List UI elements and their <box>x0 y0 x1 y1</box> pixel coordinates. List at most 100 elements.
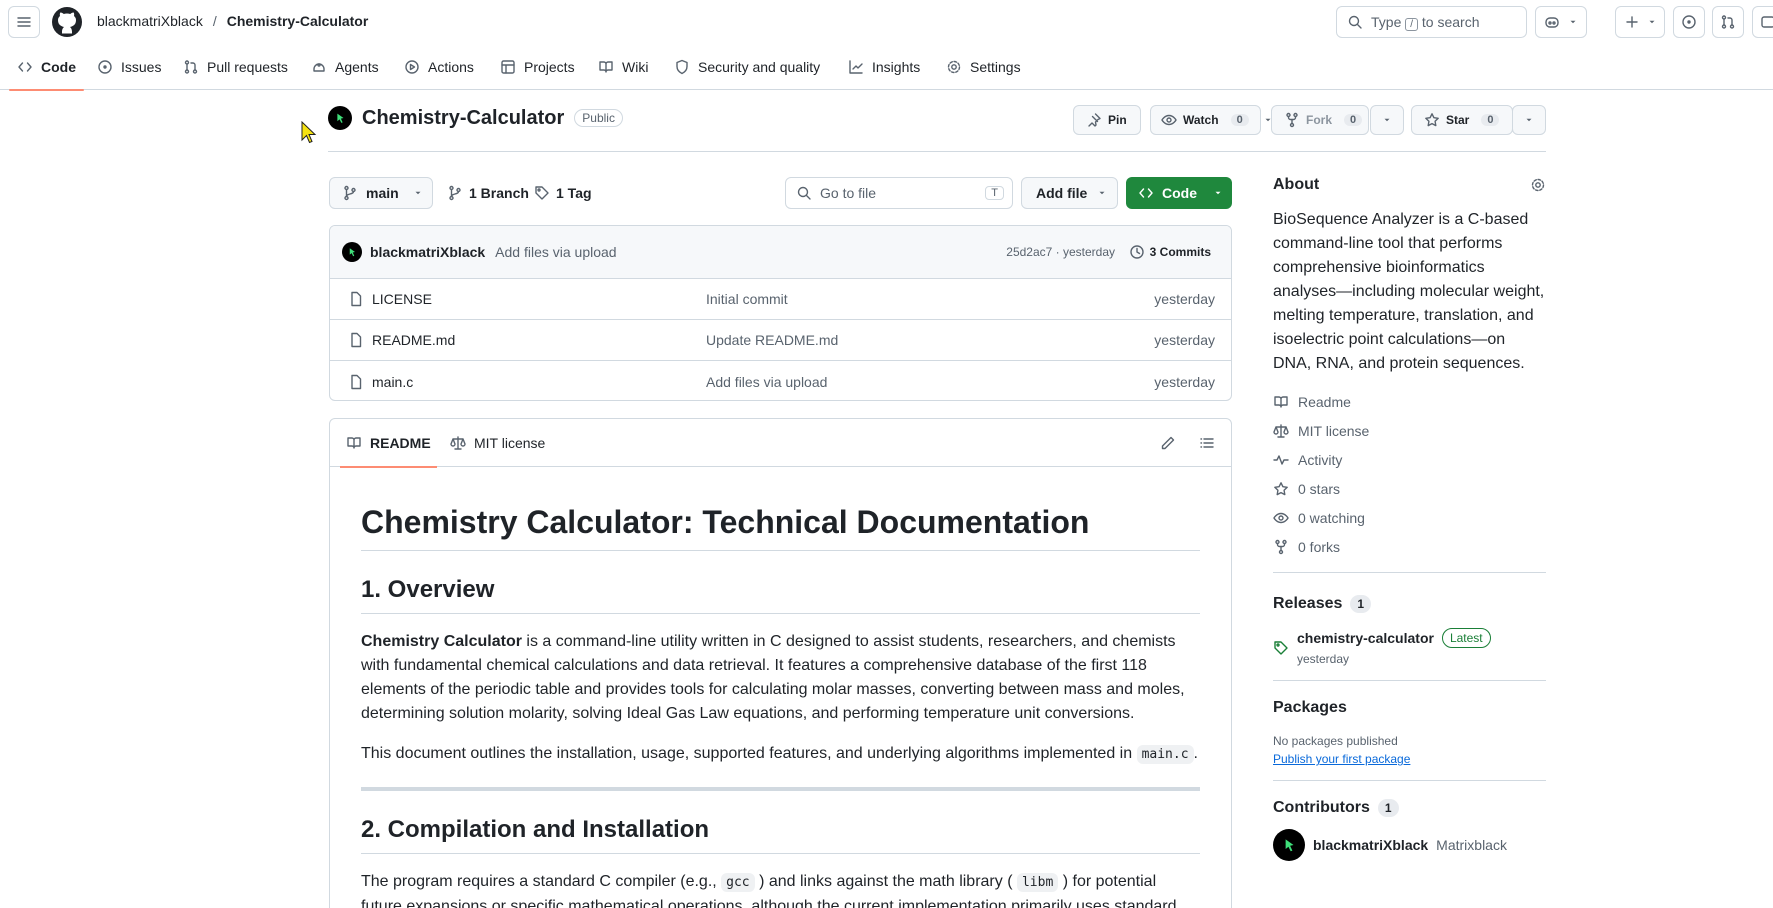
tab-license[interactable]: MIT license <box>450 419 545 467</box>
activity-link[interactable]: Activity <box>1273 445 1546 474</box>
list-icon[interactable] <box>1199 435 1215 451</box>
release-time: yesterday <box>1297 652 1350 666</box>
commit-message[interactable]: Add files via upload <box>495 244 616 260</box>
tab-settings[interactable]: Settings <box>946 44 1021 90</box>
license-link[interactable]: MIT license <box>1273 416 1546 445</box>
tags-link[interactable]: 1 Tag <box>534 185 592 201</box>
commit-hash-time[interactable]: 25d2ac7 · yesterday <box>1006 245 1115 259</box>
heading-compilation: 2. Compilation and Installation <box>361 815 1200 854</box>
outline-text: This document outlines the installation,… <box>361 745 1137 762</box>
copilot-icon <box>1544 14 1560 30</box>
book-icon <box>1273 394 1289 410</box>
tab-issues[interactable]: Issues <box>97 44 161 90</box>
tab-actions[interactable]: Actions <box>404 44 474 90</box>
code-button[interactable]: Code <box>1126 177 1232 209</box>
repo-title[interactable]: Chemistry-Calculator <box>362 107 564 130</box>
go-to-file-input[interactable]: Go to file T <box>785 177 1013 209</box>
file-commit-message[interactable]: Initial commit <box>706 291 788 307</box>
compile-text-b: ) and links against the math library ( <box>754 873 1017 890</box>
chevron-down-icon <box>1097 188 1107 198</box>
fork-dropdown-button[interactable] <box>1370 105 1404 135</box>
star-button[interactable]: Star 0 <box>1411 105 1513 135</box>
history-icon <box>1129 244 1145 260</box>
tab-agents[interactable]: Agents <box>311 44 379 90</box>
file-commit-message[interactable]: Add files via upload <box>706 374 827 390</box>
breadcrumb-repo[interactable]: Chemistry-Calculator <box>227 13 369 29</box>
activity-link-label: Activity <box>1298 451 1343 468</box>
packages-header[interactable]: Packages <box>1273 699 1546 717</box>
tab-pull-requests[interactable]: Pull requests <box>183 44 288 90</box>
no-packages-text: No packages published <box>1273 734 1398 748</box>
pull-requests-button[interactable] <box>1712 6 1744 38</box>
star-dropdown-button[interactable] <box>1512 105 1546 135</box>
forks-link[interactable]: 0 forks <box>1273 532 1546 561</box>
repo-owner-avatar[interactable] <box>328 106 352 130</box>
branch-icon <box>447 185 463 201</box>
tab-insights[interactable]: Insights <box>848 44 920 90</box>
tab-security[interactable]: Security and quality <box>674 44 820 90</box>
file-row[interactable]: README.md Update README.md yesterday <box>330 320 1231 361</box>
watch-label: Watch <box>1183 113 1219 127</box>
search-input[interactable]: Type / to search <box>1336 6 1527 38</box>
menu-button[interactable] <box>8 6 40 38</box>
search-icon <box>796 185 812 201</box>
code-icon <box>1138 185 1154 201</box>
file-commit-message[interactable]: Update README.md <box>706 332 838 348</box>
tab-security-label: Security and quality <box>698 59 821 75</box>
issues-button[interactable] <box>1673 6 1705 38</box>
file-name[interactable]: LICENSE <box>372 291 432 307</box>
file-name[interactable]: README.md <box>372 332 455 348</box>
watch-button[interactable]: Watch 0 <box>1150 105 1271 135</box>
pin-icon <box>1086 112 1102 128</box>
tab-wiki[interactable]: Wiki <box>598 44 648 90</box>
release-item[interactable]: chemistry-calculator Latest yesterday <box>1273 628 1546 666</box>
repo-nav: Code Issues Pull requests Agents Actions… <box>0 44 1773 91</box>
chevron-down-icon <box>413 188 423 198</box>
stars-link-label: 0 stars <box>1298 480 1341 497</box>
contributor-login[interactable]: blackmatriXblack <box>1313 837 1428 853</box>
file-row[interactable]: LICENSE Initial commit yesterday <box>330 279 1231 320</box>
branches-link[interactable]: 1 Branch <box>447 185 529 201</box>
branch-selector[interactable]: main <box>329 177 433 209</box>
contributor-item[interactable]: blackmatriXblack Matrixblack <box>1273 829 1546 861</box>
tab-projects[interactable]: Projects <box>500 44 575 90</box>
stars-link[interactable]: 0 stars <box>1273 474 1546 503</box>
commit-author[interactable]: blackmatriXblack <box>370 244 485 260</box>
file-row[interactable]: main.c Add files via upload yesterday <box>330 361 1231 400</box>
branch-name: main <box>366 185 399 201</box>
add-file-button[interactable]: Add file <box>1021 177 1118 209</box>
hamburger-icon <box>16 14 32 30</box>
readme-link[interactable]: Readme <box>1273 387 1546 416</box>
tab-readme[interactable]: README <box>340 419 437 468</box>
pin-button[interactable]: Pin <box>1073 105 1141 135</box>
copilot-button[interactable] <box>1535 6 1587 38</box>
github-logo-icon[interactable] <box>51 6 83 38</box>
about-heading: About <box>1273 176 1320 193</box>
watchers-link[interactable]: 0 watching <box>1273 503 1546 532</box>
gear-icon[interactable] <box>1530 177 1546 193</box>
fork-button[interactable]: Fork 0 <box>1271 105 1369 135</box>
fork-icon <box>1284 112 1300 128</box>
tab-code[interactable]: Code <box>9 44 84 91</box>
file-name[interactable]: main.c <box>372 374 413 390</box>
outline-paragraph: This document outlines the installation,… <box>361 742 1200 767</box>
publish-package-link[interactable]: Publish your first package <box>1273 752 1546 766</box>
contributor-avatar[interactable] <box>1273 829 1305 861</box>
outline-end: . <box>1193 745 1198 762</box>
mouse-cursor-icon <box>301 121 317 145</box>
releases-header[interactable]: Releases 1 <box>1273 595 1546 613</box>
global-header: blackmatriXblack / Chemistry-Calculator … <box>0 0 1773 44</box>
breadcrumb-owner[interactable]: blackmatriXblack <box>97 13 203 29</box>
code-button-label: Code <box>1162 185 1197 201</box>
edit-icon[interactable] <box>1160 435 1176 451</box>
contributors-count: 1 <box>1377 799 1399 817</box>
commits-link[interactable]: 3 Commits <box>1129 244 1211 260</box>
create-new-button[interactable] <box>1615 6 1665 38</box>
contributors-header[interactable]: Contributors 1 <box>1273 799 1546 817</box>
commit-author-avatar[interactable] <box>342 242 362 262</box>
inbox-button[interactable] <box>1752 6 1773 38</box>
release-name[interactable]: chemistry-calculator <box>1297 630 1434 646</box>
pin-label: Pin <box>1108 113 1127 127</box>
tab-license-label: MIT license <box>474 435 546 451</box>
releases-count: 1 <box>1350 595 1372 613</box>
